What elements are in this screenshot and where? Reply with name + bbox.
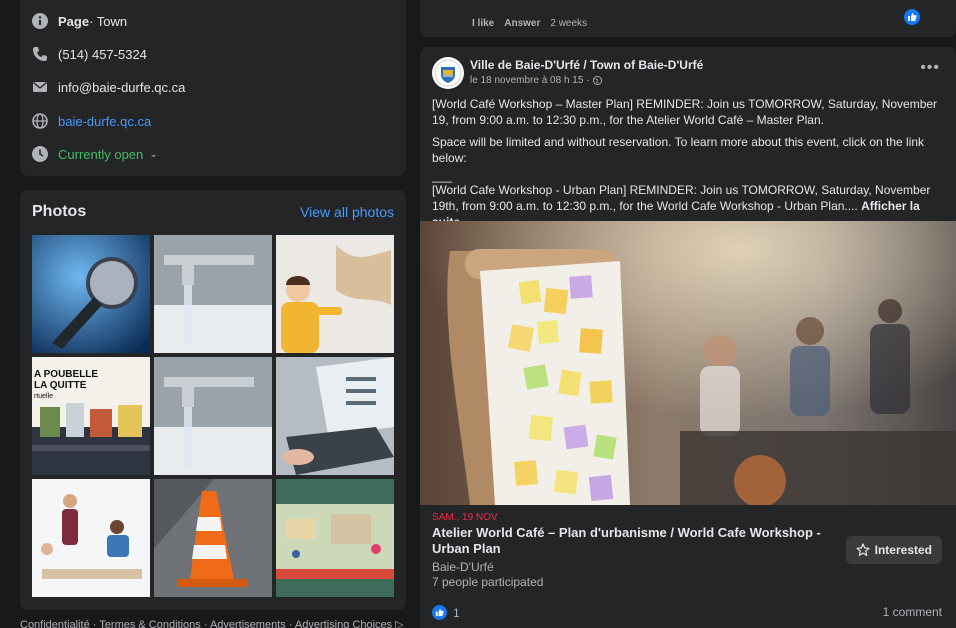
globe-icon [32, 113, 48, 129]
phone-number: (514) 457-5324 [58, 46, 147, 62]
left-column: Page · Town (514) 457-5324 info@baie-dur… [0, 0, 415, 628]
email-row[interactable]: info@baie-durfe.qc.ca [32, 76, 185, 98]
envelope-icon [33, 81, 47, 92]
email-address[interactable]: info@baie-durfe.qc.ca [58, 80, 185, 95]
post-card: Ville de Baie-D'Urfé / Town of Baie-D'Ur… [420, 47, 956, 628]
interested-button[interactable]: Interested [845, 536, 942, 564]
post-options-button[interactable]: ••• [920, 59, 940, 77]
category-bold: Page [58, 13, 90, 29]
photo-thumbnail-faucet[interactable] [154, 235, 272, 353]
photo-thumbnail-board-game[interactable] [276, 479, 394, 597]
intro-card: Page · Town (514) 457-5324 info@baie-dur… [20, 0, 406, 176]
category-rest: · Town [89, 13, 128, 29]
post-author[interactable]: Ville de Baie-D'Urfé / Town of Baie-D'Ur… [470, 58, 703, 72]
hours-status[interactable]: Currently open [58, 147, 143, 162]
post-text: [World Café Workshop – Master Plan] REMI… [432, 96, 944, 236]
public-globe-icon [592, 76, 602, 85]
view-all-photos-link[interactable]: View all photos [300, 204, 394, 220]
post-divider: ___ [432, 169, 453, 183]
photo-thumbnail-cone[interactable] [154, 479, 272, 597]
comment-actions: I like Answer 2 weeks [472, 18, 587, 29]
photo-thumbnail-poubelle[interactable]: A POUBELLE LA QUITTE rtuelle [32, 357, 150, 475]
photo-thumbnail-laptop[interactable] [276, 357, 394, 475]
comment-answer-button[interactable]: Answer [504, 18, 540, 29]
photo-thumbnail-faucet-2[interactable] [154, 357, 272, 475]
comment-like-button[interactable]: I like [472, 18, 494, 29]
chevron-down-icon[interactable]: ⌄ [149, 149, 157, 160]
photos-title: Photos [32, 203, 87, 220]
phone-row: (514) 457-5324 [32, 43, 147, 65]
info-icon [32, 13, 48, 29]
town-logo-avatar[interactable] [432, 57, 464, 89]
event-participants: 7 people participated [432, 575, 544, 589]
event-location: Baie-D'Urfé [432, 560, 494, 574]
category-row: Page · Town [32, 10, 127, 32]
comment-timestamp: 2 weeks [550, 18, 588, 29]
photos-card: Photos View all photos A POUBELLE LA QUI… [20, 190, 406, 610]
post-paragraph-2: Space will be limited and without reserv… [432, 135, 925, 165]
like-reaction-icon [432, 605, 447, 620]
event-cover-image[interactable] [420, 221, 956, 505]
photo-grid: A POUBELLE LA QUITTE rtuelle [32, 235, 394, 597]
event-details[interactable]: SAM., 19 NOV Atelier World Café – Plan d… [420, 505, 956, 597]
event-title[interactable]: Atelier World Café – Plan d'urbanisme / … [432, 525, 832, 557]
previous-comment-card: I like Answer 2 weeks [420, 0, 956, 37]
star-icon [856, 543, 870, 556]
photo-thumbnail-child[interactable] [276, 235, 394, 353]
website-row[interactable]: baie-durfe.qc.ca [32, 110, 151, 132]
comment-count-link[interactable]: 1 comment [883, 605, 942, 619]
hours-row[interactable]: Currently open ⌄ [32, 143, 158, 165]
photo-thumbnail-microphone[interactable] [32, 235, 150, 353]
interested-label: Interested [874, 543, 932, 557]
reaction-summary[interactable]: 1 [432, 605, 460, 620]
website-link[interactable]: baie-durfe.qc.ca [58, 114, 151, 129]
like-count: 1 [453, 605, 460, 620]
clock-icon [32, 146, 48, 162]
post-paragraph-1: [World Café Workshop – Master Plan] REMI… [432, 97, 938, 127]
phone-icon [33, 47, 47, 61]
photo-caption: A POUBELLE LA QUITTE rtuelle [34, 369, 99, 400]
photo-thumbnail-meeting[interactable] [32, 479, 150, 597]
post-timestamp: le 18 novembre à 08 h 15 · [470, 75, 602, 86]
footer-links[interactable]: Confidentialité · Termes & Conditions · … [20, 618, 404, 628]
like-reaction-icon [904, 9, 920, 25]
event-date: SAM., 19 NOV [432, 512, 498, 523]
